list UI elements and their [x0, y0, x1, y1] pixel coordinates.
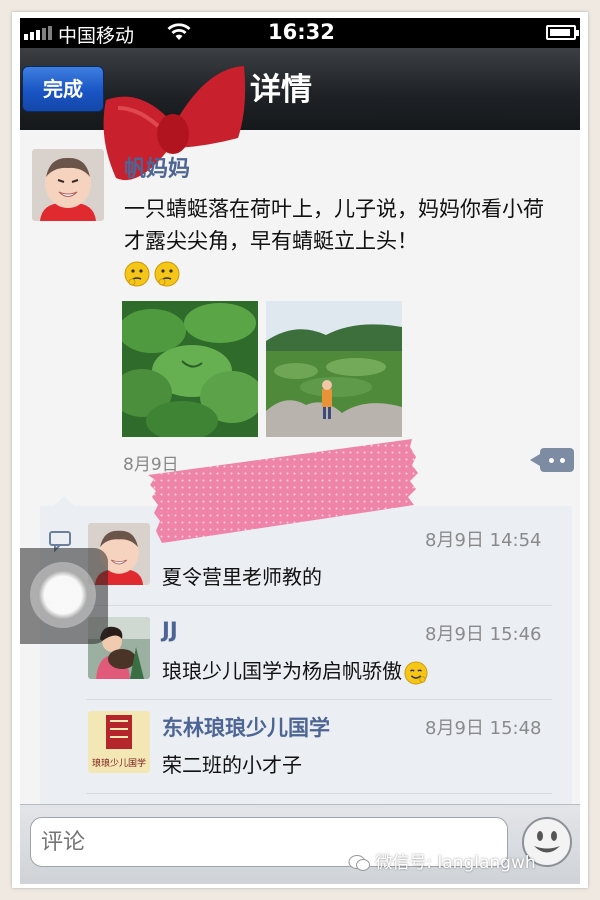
status-time: 16:32: [268, 20, 335, 44]
post-author[interactable]: 帆妈妈: [124, 151, 190, 183]
post-photo-lotus-pond[interactable]: [266, 301, 402, 437]
comment-text: 荣二班的小才子: [162, 753, 302, 777]
commenter-name[interactable]: 东林琅琅少儿国学: [162, 712, 330, 742]
phone-screen: 中国移动 16:32 完成 详情 帆妈妈 一只蜻蜓落在荷叶上，儿子说，妈妈你看小…: [20, 18, 580, 884]
post-text: 一只蜻蜓落在荷叶上，儿子说，妈妈你看小荷才露尖尖角，早有蜻蜓立上头！: [124, 193, 564, 289]
page-title: 详情: [250, 72, 312, 108]
wifi-icon: [167, 23, 191, 40]
comment-time: 8月9日 15:48: [425, 718, 542, 739]
comment-text: 琅琅少儿国学为杨启帆骄傲: [162, 655, 432, 685]
watermark-text: 微信号: langlangwh: [375, 853, 536, 873]
comment-time: 8月9日 15:46: [425, 624, 542, 645]
signal-icon: [24, 26, 52, 40]
wechat-watermark: 微信号: langlangwh: [348, 848, 536, 873]
done-button[interactable]: 完成: [22, 66, 104, 112]
post-photo-lotus-leaves[interactable]: [122, 301, 258, 437]
commenter-name[interactable]: JJ: [162, 618, 178, 642]
comment-text: 夏令营里老师教的: [162, 565, 322, 589]
more-options-icon[interactable]: [530, 448, 574, 472]
commenter-logo-text: 琅琅少儿国学: [92, 757, 146, 769]
carrier-label: 中国移动: [58, 25, 135, 47]
wechat-icon: [348, 855, 370, 871]
commenter-avatar[interactable]: 琅琅少儿国学: [88, 711, 150, 773]
battery-icon: [546, 25, 579, 40]
post-text-body: 一只蜻蜓落在荷叶上，儿子说，妈妈你看小荷才露尖尖角，早有蜻蜓立上头！: [124, 197, 544, 253]
thinking-emoji-icon: [124, 261, 150, 287]
tape-sticker: [148, 439, 418, 543]
comment-divider: [86, 605, 552, 606]
smiley-emoji-icon: [404, 660, 428, 685]
status-bar: 中国移动 16:32: [20, 18, 580, 48]
comment-text-body: 琅琅少儿国学为杨启帆骄傲: [162, 659, 402, 683]
thinking-emoji-icon: [154, 261, 180, 287]
assistive-touch-ring-icon: [30, 562, 96, 628]
assistive-touch-button[interactable]: [20, 548, 108, 644]
comment-divider: [86, 793, 552, 794]
comment-time: 8月9日 14:54: [425, 530, 542, 551]
author-avatar[interactable]: [32, 149, 104, 221]
comment-divider: [86, 699, 552, 700]
